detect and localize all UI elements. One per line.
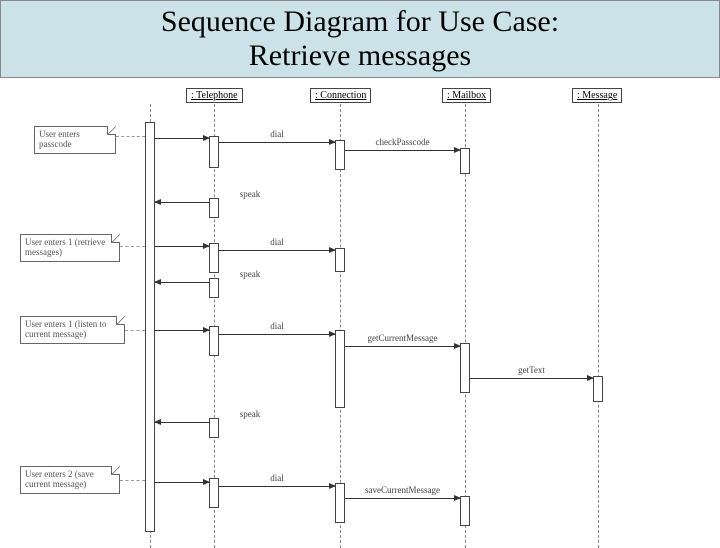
activation-telephone-2 [209,198,219,218]
msg-label: getText [518,365,545,375]
note-text: User enters passcode [39,129,80,149]
note-text: User enters 2 (save current message) [25,469,94,489]
msg-label: dial [270,129,284,139]
arrow-right-icon [329,247,336,253]
msg-dial-2: dial [219,250,335,251]
note-passcode: User enters passcode [34,126,116,154]
msg-label: dial [270,473,284,483]
lifeline-head-mailbox: : Mailbox [442,88,491,103]
lifeline-message [598,104,599,548]
lifeline-head-connection: : Connection [310,88,371,103]
arrow-right-icon [203,479,210,485]
activation-message-1 [593,376,603,402]
activation-connection-3 [335,330,345,408]
activation-telephone-7 [209,478,219,508]
title-line-1: Sequence Diagram for Use Case: [161,5,559,38]
msg-actor-dial-2 [155,246,209,247]
msg-label: dial [270,237,284,247]
msg-speak-3: speak [155,422,209,423]
msg-getcurrentmessage: getCurrentMessage [345,346,460,347]
arrow-right-icon [587,375,594,381]
arrow-right-icon [329,331,336,337]
msg-checkpasscode: checkPasscode [345,150,460,151]
activation-telephone-6 [209,418,219,438]
arrow-left-icon [154,279,161,285]
note-dash-1 [116,136,145,137]
msg-actor-dial-3 [155,330,209,331]
msg-speak-2: speak [155,282,209,283]
note-dash-4 [120,480,145,481]
msg-dial-4: dial [219,486,335,487]
note-listen: User enters 1 (listen to current message… [20,316,125,344]
activation-mailbox-3 [460,496,470,526]
msg-savecurrentmessage: saveCurrentMessage [345,498,460,499]
msg-gettext: getText [470,378,593,379]
msg-label: getCurrentMessage [368,333,438,343]
lifeline-head-message: : Message [572,88,622,103]
msg-label: speak [240,189,261,199]
msg-label: speak [240,269,261,279]
slide: Sequence Diagram for Use Case: Retrieve … [0,0,720,540]
activation-telephone-3 [209,243,219,273]
activation-connection-1 [335,140,345,170]
msg-label: saveCurrentMessage [365,485,440,495]
arrow-right-icon [454,147,461,153]
activation-telephone-1 [209,136,219,168]
activation-connection-4 [335,483,345,523]
title-line-2: Retrieve messages [249,39,471,72]
msg-dial-3: dial [219,334,335,335]
note-save: User enters 2 (save current message) [20,466,120,494]
msg-actor-dial-1 [155,138,209,139]
note-dash-2 [120,246,145,247]
arrow-left-icon [154,199,161,205]
arrow-right-icon [203,135,210,141]
arrow-right-icon [329,483,336,489]
note-retrieve: User enters 1 (retrieve messages) [20,234,120,262]
activation-telephone-4 [209,278,219,298]
arrow-right-icon [203,243,210,249]
lifeline-head-telephone: : Telephone [186,88,243,103]
msg-label: speak [240,409,261,419]
arrow-right-icon [203,327,210,333]
arrow-right-icon [454,495,461,501]
note-dash-3 [125,330,145,331]
arrow-right-icon [454,343,461,349]
activation-connection-2 [335,248,345,272]
msg-label: dial [270,321,284,331]
activation-mailbox-1 [460,148,470,174]
activation-actor [145,122,155,532]
note-text: User enters 1 (listen to current message… [25,319,106,339]
activation-telephone-5 [209,326,219,356]
lifeline-connection [340,104,341,548]
msg-label: checkPasscode [376,137,430,147]
msg-dial-1: dial [219,142,335,143]
msg-actor-dial-4 [155,482,209,483]
arrow-left-icon [154,419,161,425]
activation-mailbox-2 [460,343,470,393]
note-text: User enters 1 (retrieve messages) [25,237,105,257]
diagram-canvas: : Telephone : Connection : Mailbox : Mes… [0,78,720,548]
title-bar: Sequence Diagram for Use Case: Retrieve … [0,0,720,78]
msg-speak-1: speak [155,202,209,203]
arrow-right-icon [329,139,336,145]
